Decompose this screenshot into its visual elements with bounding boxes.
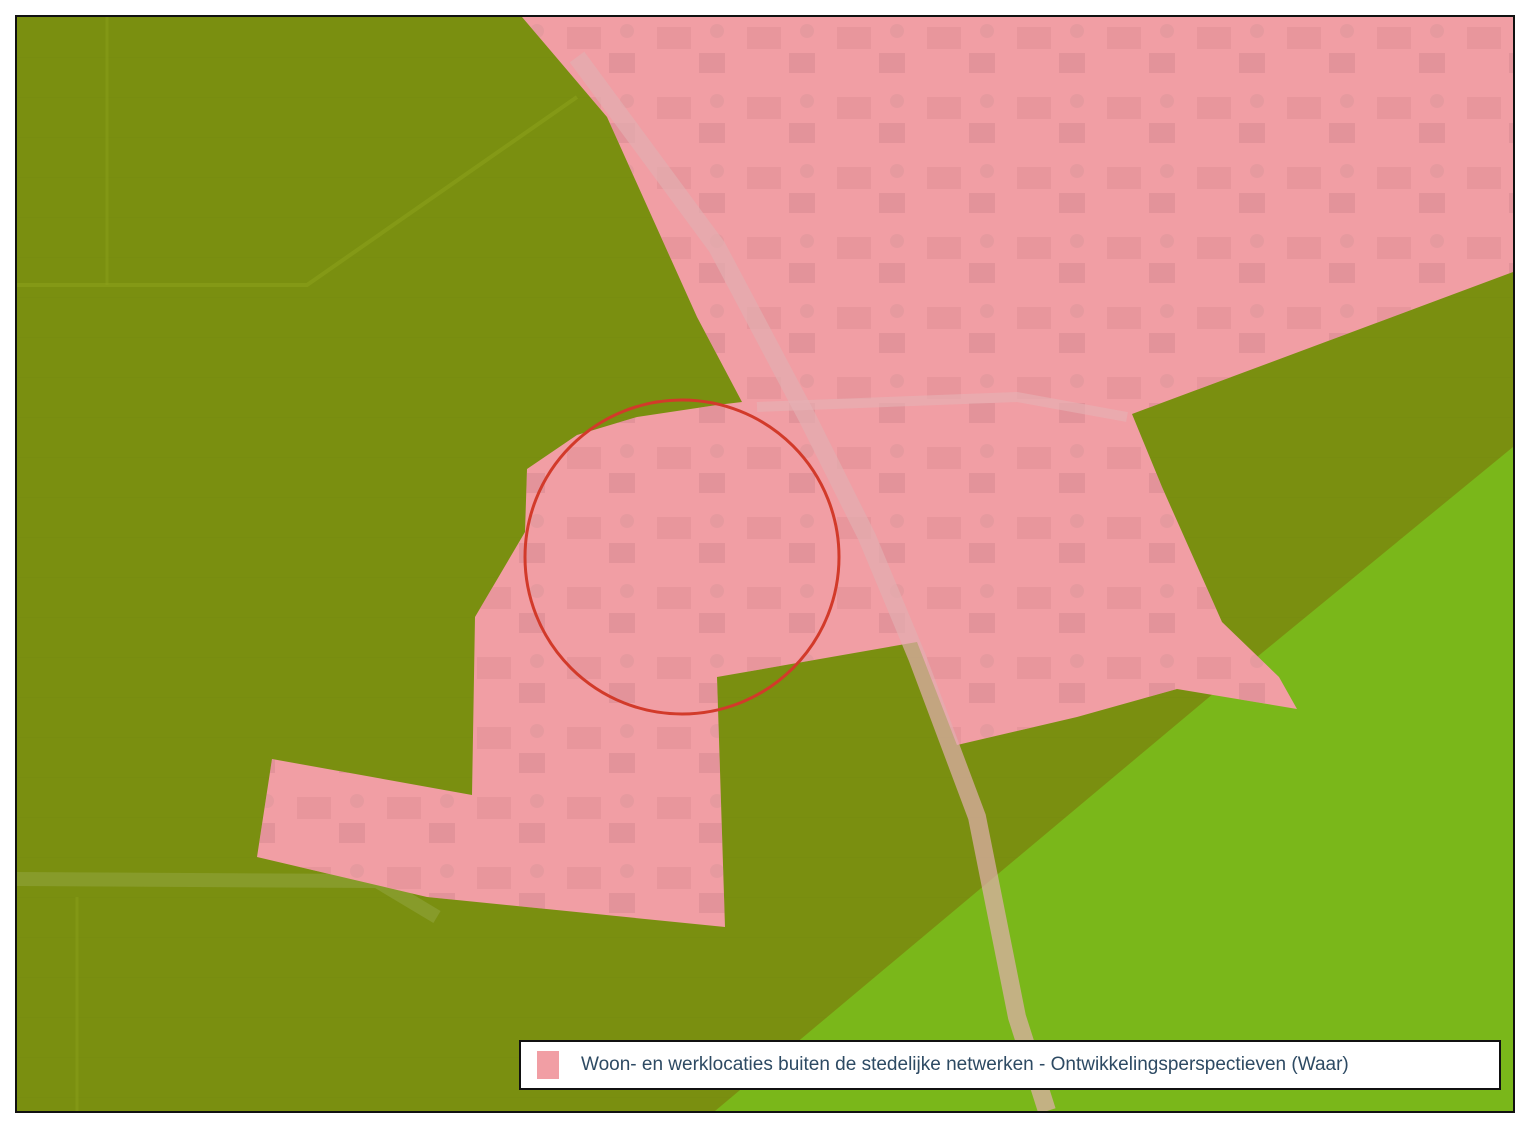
- legend-swatch-pink: [537, 1051, 559, 1079]
- map-viewport[interactable]: Woon- en werklocaties buiten de stedelij…: [15, 15, 1515, 1113]
- map-legend: Woon- en werklocaties buiten de stedelij…: [519, 1040, 1501, 1090]
- legend-label: Woon- en werklocaties buiten de stedelij…: [581, 1054, 1349, 1075]
- map-canvas[interactable]: [17, 17, 1513, 1111]
